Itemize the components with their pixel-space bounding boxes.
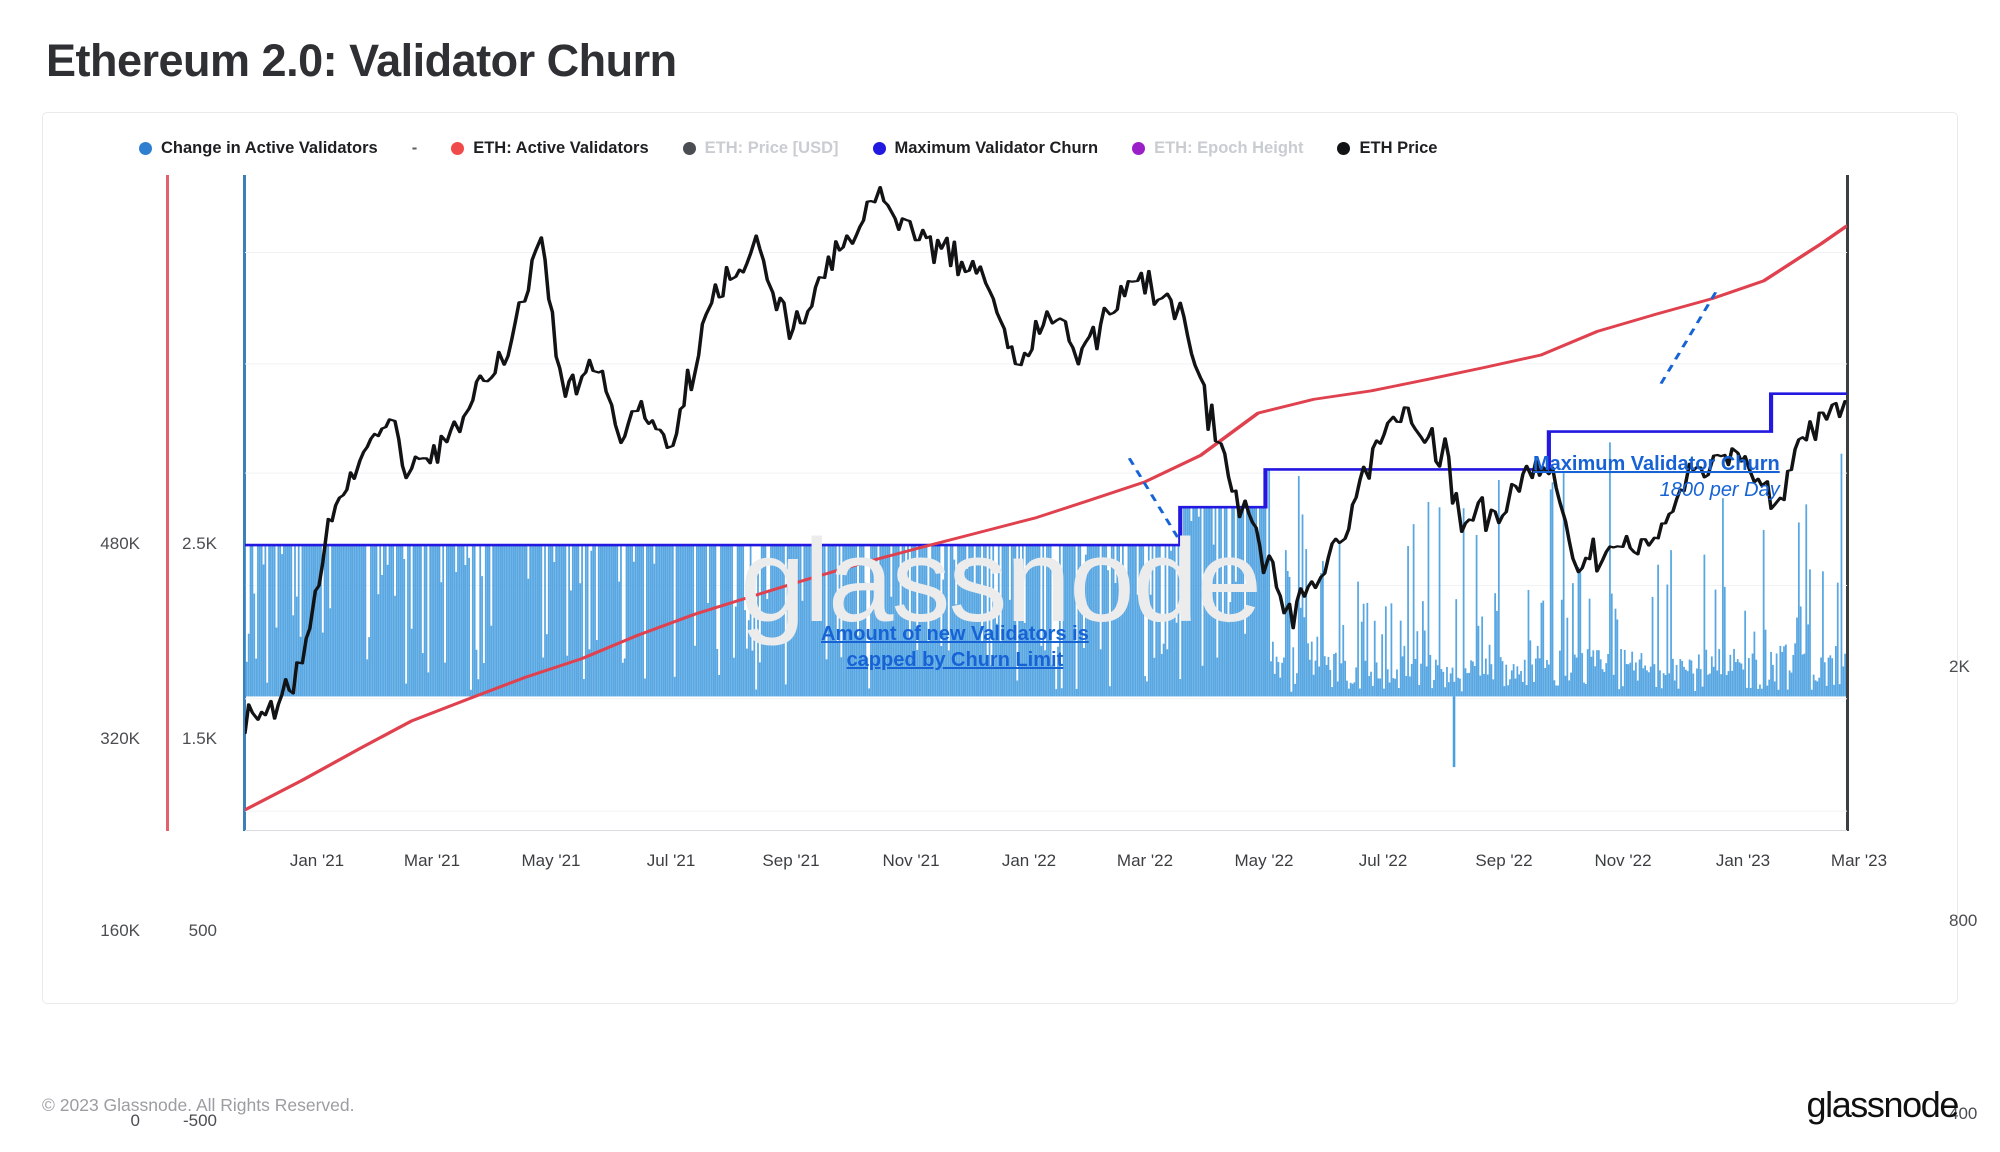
ytick-eth-price-2k: 2K — [1949, 656, 1970, 676]
legend-dot-icon — [872, 142, 886, 155]
annotation-max-churn: Maximum Validator Churn 1800 per Day — [1533, 451, 1780, 504]
ytick-active-validators-160k: 160K — [100, 920, 140, 940]
xtick-1: Mar '21 — [403, 850, 461, 870]
legend-item-maximum-validator-churn[interactable]: Maximum Validator Churn — [872, 139, 1099, 158]
annotation-line-1: Amount of new Validators is — [821, 622, 1089, 645]
legend-item-eth-price-usd[interactable]: ETH: Price [USD] — [682, 139, 839, 158]
xtick-3: Jul '21 — [646, 850, 696, 870]
legend-item-eth-price[interactable]: ETH Price — [1337, 139, 1437, 158]
plot-area: glassnode 480K 320K 160K 0 2.5K 1.5K 500… — [43, 159, 1977, 1130]
legend-dot-icon — [451, 142, 465, 155]
axis-spine-active-validators — [166, 174, 169, 831]
xtick-11: Nov '22 — [1594, 850, 1652, 870]
chart-legend: Change in Active Validators - ETH: Activ… — [43, 113, 1957, 159]
ytick-active-validators-320k: 320K — [100, 728, 140, 748]
xtick-13: Mar '23 — [1830, 850, 1888, 870]
legend-label: Change in Active Validators — [161, 139, 378, 157]
ytick-change-validators-2-5k: 2.5K — [182, 533, 217, 553]
xtick-10: Sep '22 — [1475, 850, 1533, 870]
legend-label: ETH: Epoch Height — [1154, 139, 1304, 157]
legend-label: ETH: Active Validators — [473, 139, 649, 157]
legend-dot-icon — [1132, 142, 1146, 155]
xtick-5: Nov '21 — [882, 850, 940, 870]
ytick-active-validators-480k: 480K — [100, 533, 140, 553]
xtick-4: Sep '21 — [762, 850, 820, 870]
legend-item-eth-active-validators[interactable]: ETH: Active Validators — [451, 139, 649, 158]
xtick-6: Jan '22 — [1001, 850, 1057, 870]
legend-separator: - — [411, 139, 418, 157]
xtick-2: May '21 — [521, 850, 581, 870]
xtick-0: Jan '21 — [289, 850, 345, 870]
legend-label: Maximum Validator Churn — [894, 139, 1099, 157]
legend-dot-icon — [1337, 142, 1351, 155]
annotation-line-1: Maximum Validator Churn — [1533, 452, 1780, 475]
gridlines — [245, 251, 1847, 812]
ytick-change-validators-1-5k: 1.5K — [182, 728, 217, 748]
xtick-8: May '22 — [1234, 850, 1294, 870]
ytick-change-validators-500: 500 — [188, 920, 217, 940]
legend-item-change-in-active-validators[interactable]: Change in Active Validators — [139, 139, 378, 158]
page-footer: © 2023 Glassnode. All Rights Reserved. g… — [42, 1084, 1959, 1126]
ytick-eth-price-800: 800 — [1949, 910, 1978, 930]
page-title: Ethereum 2.0: Validator Churn — [46, 35, 677, 86]
annotation-line-2: 1800 per Day — [1659, 479, 1780, 502]
chart-page: Ethereum 2.0: Validator Churn Change in … — [0, 0, 2000, 1152]
legend-dot-icon — [682, 142, 696, 155]
legend-item-eth-epoch-height[interactable]: ETH: Epoch Height — [1132, 139, 1303, 158]
annotation-churn-limit: Amount of new Validators is capped by Ch… — [821, 621, 1089, 674]
legend-label: ETH Price — [1359, 139, 1438, 157]
legend-label: ETH: Price [USD] — [704, 139, 839, 157]
copyright-text: © 2023 Glassnode. All Rights Reserved. — [42, 1094, 355, 1115]
annotation-line-2: capped by Churn Limit — [846, 649, 1064, 672]
legend-dot-icon — [139, 142, 152, 155]
xtick-7: Mar '22 — [1116, 850, 1174, 870]
xtick-9: Jul '22 — [1358, 850, 1408, 870]
chart-card: Change in Active Validators - ETH: Activ… — [42, 111, 1977, 1130]
glassnode-logo: glassnode — [1806, 1084, 1959, 1125]
xtick-12: Jan '23 — [1715, 850, 1771, 870]
